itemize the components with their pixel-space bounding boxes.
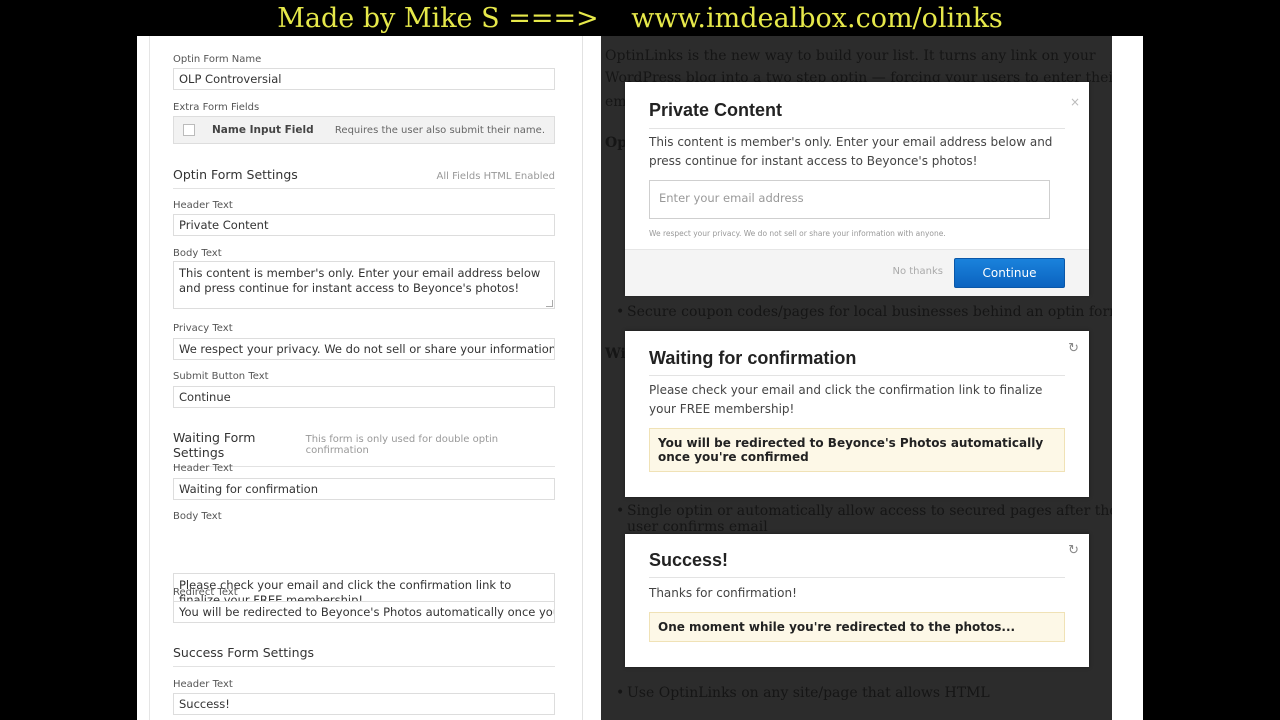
- redirect-notice: You will be redirected to Beyonce's Phot…: [649, 428, 1065, 472]
- success-settings-title: Success Form Settings: [173, 645, 315, 660]
- optin-modal-body: This content is member's only. Enter you…: [649, 135, 1053, 168]
- optin-body-label: Body Text: [173, 248, 222, 259]
- optin-name-label: Optin Form Name: [173, 54, 262, 65]
- success-modal-body: Thanks for confirmation!: [649, 586, 797, 600]
- extra-field-description: Requires the user also submit their name…: [334, 124, 545, 136]
- submit-label: Submit Button Text: [173, 371, 269, 382]
- privacy-label: Privacy Text: [173, 323, 233, 334]
- privacy-input[interactable]: We respect your privacy. We do not sell …: [173, 338, 555, 360]
- optin-settings-heading: Optin Form Settings All Fields HTML Enab…: [173, 167, 555, 189]
- waiting-settings-hint: This form is only used for double optin …: [305, 434, 499, 456]
- banner-url: www.imdealbox.com/olinks: [631, 3, 1003, 34]
- waiting-header-input[interactable]: Waiting for confirmation: [173, 478, 555, 500]
- extra-fields-label: Extra Form Fields: [173, 102, 260, 113]
- no-thanks-link[interactable]: No thanks: [892, 266, 943, 277]
- success-header-label: Header Text: [173, 679, 233, 690]
- extra-field-name-row: Name Input Field Requires the user also …: [173, 116, 555, 144]
- resize-grip-icon[interactable]: [546, 300, 553, 307]
- extra-field-name: Name Input Field: [212, 124, 314, 136]
- waiting-settings-heading: Waiting Form Settings This form is only …: [173, 430, 555, 467]
- refresh-icon[interactable]: ↻: [1068, 341, 1079, 356]
- waiting-modal: Waiting for confirmation ↻ Please check …: [625, 331, 1089, 497]
- waiting-modal-body: Please check your email and click the co…: [649, 383, 1043, 416]
- waiting-modal-title: Waiting for confirmation: [649, 348, 857, 368]
- redirect-label: Redirect Text: [173, 587, 238, 598]
- waiting-body-label: Body Text: [173, 511, 222, 522]
- close-icon[interactable]: ×: [1070, 95, 1080, 109]
- waiting-settings-title: Waiting Form Settings: [173, 430, 256, 460]
- success-header-input[interactable]: Success!: [173, 693, 555, 715]
- refresh-icon[interactable]: ↻: [1068, 543, 1079, 558]
- modal-divider: [649, 128, 1065, 129]
- email-input[interactable]: Enter your email address: [649, 180, 1050, 219]
- bg-paragraph-line: OptinLinks is the new way to build your …: [605, 48, 1096, 64]
- optin-body-textarea[interactable]: This content is member's only. Enter you…: [173, 261, 555, 309]
- success-settings-heading: Success Form Settings: [173, 645, 555, 667]
- panel-divider: [582, 36, 583, 720]
- optin-modal-title: Private Content: [649, 100, 783, 120]
- success-modal-title: Success!: [649, 550, 729, 570]
- waiting-header-label: Header Text: [173, 463, 233, 474]
- success-modal: Success! ↻ Thanks for confirmation! One …: [625, 534, 1089, 667]
- modal-divider: [649, 577, 1065, 578]
- continue-button[interactable]: Continue: [954, 258, 1065, 288]
- optin-header-label: Header Text: [173, 200, 233, 211]
- optin-settings-title: Optin Form Settings: [173, 167, 298, 182]
- optin-modal-footer: No thanks Continue: [625, 249, 1089, 296]
- optin-body-text: This content is member's only. Enter you…: [179, 266, 541, 295]
- video-banner: Made by Mike S ===> www.imdealbox.com/ol…: [0, 0, 1280, 36]
- modal-divider: [649, 375, 1065, 376]
- optin-name-input[interactable]: OLP Controversial: [173, 68, 555, 90]
- optin-settings-hint: All Fields HTML Enabled: [436, 171, 555, 182]
- success-notice: One moment while you're redirected to th…: [649, 612, 1065, 642]
- bg-bullet: Use OptinLinks on any site/page that all…: [616, 684, 1112, 702]
- redirect-input[interactable]: You will be redirected to Beyonce's Phot…: [173, 601, 555, 623]
- privacy-note: We respect your privacy. We do not sell …: [649, 229, 946, 238]
- submit-input[interactable]: Continue: [173, 386, 555, 408]
- optin-header-input[interactable]: Private Content: [173, 214, 555, 236]
- banner-credit: Made by Mike S ===>: [277, 3, 599, 34]
- bg-bullet: Secure coupon codes/pages for local busi…: [616, 303, 1112, 321]
- name-field-checkbox[interactable]: [183, 124, 195, 136]
- optin-modal: Private Content × This content is member…: [625, 82, 1089, 296]
